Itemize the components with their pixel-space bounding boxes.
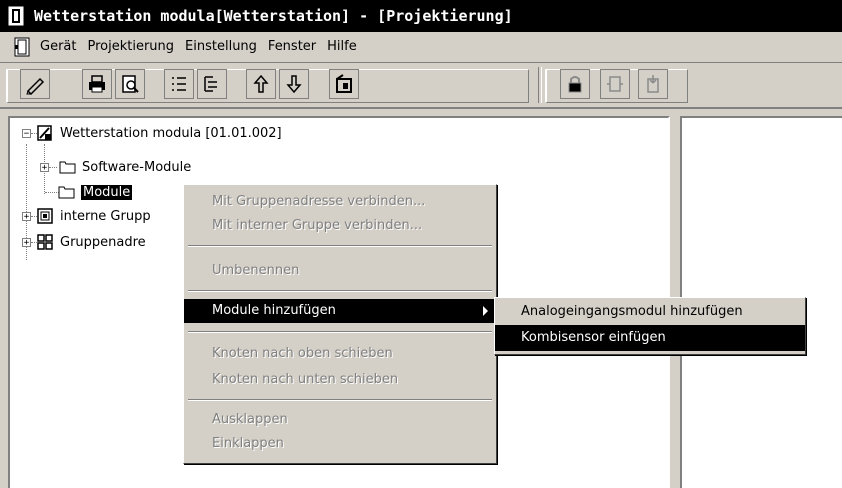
- menu-separator: [188, 245, 492, 247]
- context-menu: Mit Gruppenadresse verbinden... Mit inte…: [183, 184, 497, 464]
- menu-item-rename[interactable]: Umbenennen: [184, 259, 496, 283]
- group-address-icon: [37, 234, 53, 250]
- expand-icon[interactable]: +: [40, 162, 49, 172]
- toolbar: [0, 63, 842, 109]
- toolbar-separator: [538, 67, 542, 103]
- tree-item-label: Software-Module: [82, 159, 192, 175]
- tree-list-icon[interactable]: [197, 69, 227, 99]
- tree-item-label: interne Grupp: [60, 208, 151, 224]
- menu-geraet[interactable]: Gerät: [40, 39, 76, 54]
- module-icon[interactable]: [600, 69, 630, 99]
- move-up-icon[interactable]: [246, 69, 276, 99]
- lock-icon[interactable]: [560, 69, 590, 99]
- menu-item-insert-combi-sensor[interactable]: Kombisensor einfügen: [495, 325, 805, 351]
- menu-hilfe[interactable]: Hilfe: [327, 39, 357, 54]
- tree-item-label: Module: [81, 184, 133, 200]
- menu-item-move-node-down[interactable]: Knoten nach unten schieben: [184, 368, 496, 392]
- menu-einstellung[interactable]: Einstellung: [185, 39, 257, 54]
- menu-separator: [188, 331, 492, 333]
- window-title: Wetterstation modula[Wetterstation] - [P…: [34, 7, 513, 25]
- group-icon: [37, 208, 53, 224]
- app-icon: [8, 6, 24, 26]
- title-bar: Wetterstation modula[Wetterstation] - [P…: [0, 0, 842, 32]
- collapse-icon[interactable]: −: [22, 128, 31, 138]
- tree-item-root[interactable]: − Wetterstation modula [01.01.002]: [22, 122, 282, 144]
- menu-item-move-node-up[interactable]: Knoten nach oben schieben: [184, 342, 496, 366]
- menu-separator: [188, 290, 492, 292]
- print-icon[interactable]: [82, 69, 112, 99]
- menu-item-collapse[interactable]: Einklappen: [184, 432, 496, 456]
- tree-item-group-addresses[interactable]: + Gruppenadre: [22, 231, 146, 253]
- submenu-arrow-icon: [483, 306, 488, 316]
- menu-item-connect-internal-group[interactable]: Mit interner Gruppe verbinden...: [184, 214, 496, 238]
- tree-item-module[interactable]: Module: [58, 181, 133, 203]
- tree-item-internal-groups[interactable]: + interne Grupp: [22, 205, 151, 227]
- expand-icon[interactable]: +: [22, 211, 31, 221]
- menu-item-expand[interactable]: Ausklappen: [184, 408, 496, 432]
- menu-item-label: Module hinzufügen: [212, 303, 336, 318]
- document-icon[interactable]: [14, 37, 30, 57]
- tree-line: [45, 192, 59, 193]
- device-icon[interactable]: [329, 69, 359, 99]
- list-icon[interactable]: [164, 69, 194, 99]
- folder-icon: [59, 161, 76, 174]
- menu-fenster[interactable]: Fenster: [268, 39, 316, 54]
- folder-icon: [58, 186, 75, 199]
- tree-item-label: Gruppenadre: [60, 234, 146, 250]
- module-add-icon[interactable]: [638, 69, 668, 99]
- menu-projektierung[interactable]: Projektierung: [87, 39, 174, 54]
- tree-item-label: Wetterstation modula [01.01.002]: [60, 125, 282, 141]
- edit-icon[interactable]: [20, 69, 50, 99]
- print-preview-icon[interactable]: [115, 69, 145, 99]
- tree-item-software-module[interactable]: + Software-Module: [40, 156, 191, 178]
- submenu: Analogeingangsmodul hinzufügen Kombisens…: [494, 297, 806, 355]
- menu-item-add-modules[interactable]: Module hinzufügen: [184, 299, 496, 323]
- menu-bar: Gerät Projektierung Einstellung Fenster …: [0, 32, 842, 63]
- expand-icon[interactable]: +: [22, 237, 31, 247]
- menu-item-add-analog-input-module[interactable]: Analogeingangsmodul hinzufügen: [495, 299, 805, 325]
- move-down-icon[interactable]: [279, 69, 309, 99]
- menu-item-connect-group-address[interactable]: Mit Gruppenadresse verbinden...: [184, 190, 496, 214]
- weather-station-icon: [37, 125, 52, 141]
- menu-separator: [188, 399, 492, 401]
